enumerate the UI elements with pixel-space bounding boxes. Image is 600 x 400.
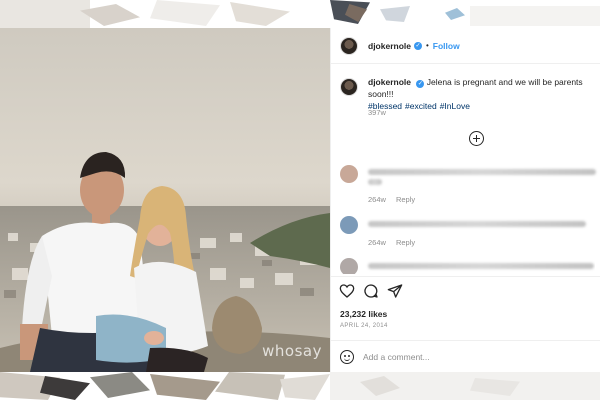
caption-username[interactable]: djokernole	[368, 77, 411, 87]
post-detail-panel: djokernole ✓ • Follow djokernole ✓ Jelen…	[330, 28, 600, 372]
blurred-comment-text	[368, 179, 382, 185]
caption-author-avatar[interactable]	[340, 78, 358, 96]
caption-time-ago: 397w	[368, 108, 386, 117]
load-more-comments-icon[interactable]	[469, 131, 484, 146]
author-avatar[interactable]	[340, 36, 358, 55]
comment-item: 264w Reply	[340, 216, 595, 252]
share-icon[interactable]	[387, 283, 403, 299]
comment-time: 264w	[368, 195, 386, 204]
comment-avatar[interactable]	[340, 165, 358, 183]
post-date: APRIL 24, 2014	[340, 323, 388, 329]
comment-avatar[interactable]	[340, 216, 358, 234]
comment-meta: 264w Reply	[368, 195, 425, 204]
comment-time: 264w	[368, 238, 386, 247]
emoji-icon[interactable]	[340, 349, 354, 364]
comment-icon[interactable]	[363, 283, 379, 299]
separator-dot: •	[425, 41, 429, 50]
caption-verified-badge-icon: ✓	[416, 80, 425, 88]
hashtag-link[interactable]: #InLove	[440, 101, 470, 111]
photo-illustration	[0, 28, 330, 372]
post-caption: djokernole ✓ Jelena is pregnant and we w…	[340, 76, 595, 112]
comment-item	[340, 258, 595, 274]
blurred-comment-text	[368, 221, 586, 227]
mosaic-strip-top	[0, 0, 600, 28]
photo-watermark: whosay	[262, 342, 322, 360]
post-actions	[339, 283, 403, 299]
screenshot-page: whosay djokernole ✓ • Follow djokernole …	[0, 0, 600, 400]
blurred-comment-text	[368, 169, 596, 175]
follow-button[interactable]: Follow	[433, 41, 460, 51]
post-header: djokernole ✓ • Follow	[331, 28, 600, 64]
post-photo[interactable]: whosay	[0, 28, 330, 372]
reply-button[interactable]: Reply	[396, 195, 415, 204]
add-comment-input[interactable]	[363, 351, 573, 362]
likes-count[interactable]: 23,232 likes	[340, 309, 387, 319]
blurred-comment-text	[368, 263, 594, 269]
comment-item: 264w Reply	[340, 165, 596, 205]
mosaic-strip-bottom	[0, 372, 600, 400]
actions-divider	[331, 276, 600, 277]
author-username[interactable]: djokernole	[368, 41, 411, 51]
comment-avatar[interactable]	[340, 258, 358, 274]
verified-badge-icon: ✓	[413, 41, 422, 50]
hashtag-link[interactable]: #excited	[405, 101, 437, 111]
add-comment-bar	[331, 340, 600, 372]
comment-meta: 264w Reply	[368, 238, 425, 247]
caption-body: djokernole ✓ Jelena is pregnant and we w…	[368, 76, 595, 112]
heart-icon[interactable]	[339, 283, 355, 299]
reply-button[interactable]: Reply	[396, 238, 415, 247]
